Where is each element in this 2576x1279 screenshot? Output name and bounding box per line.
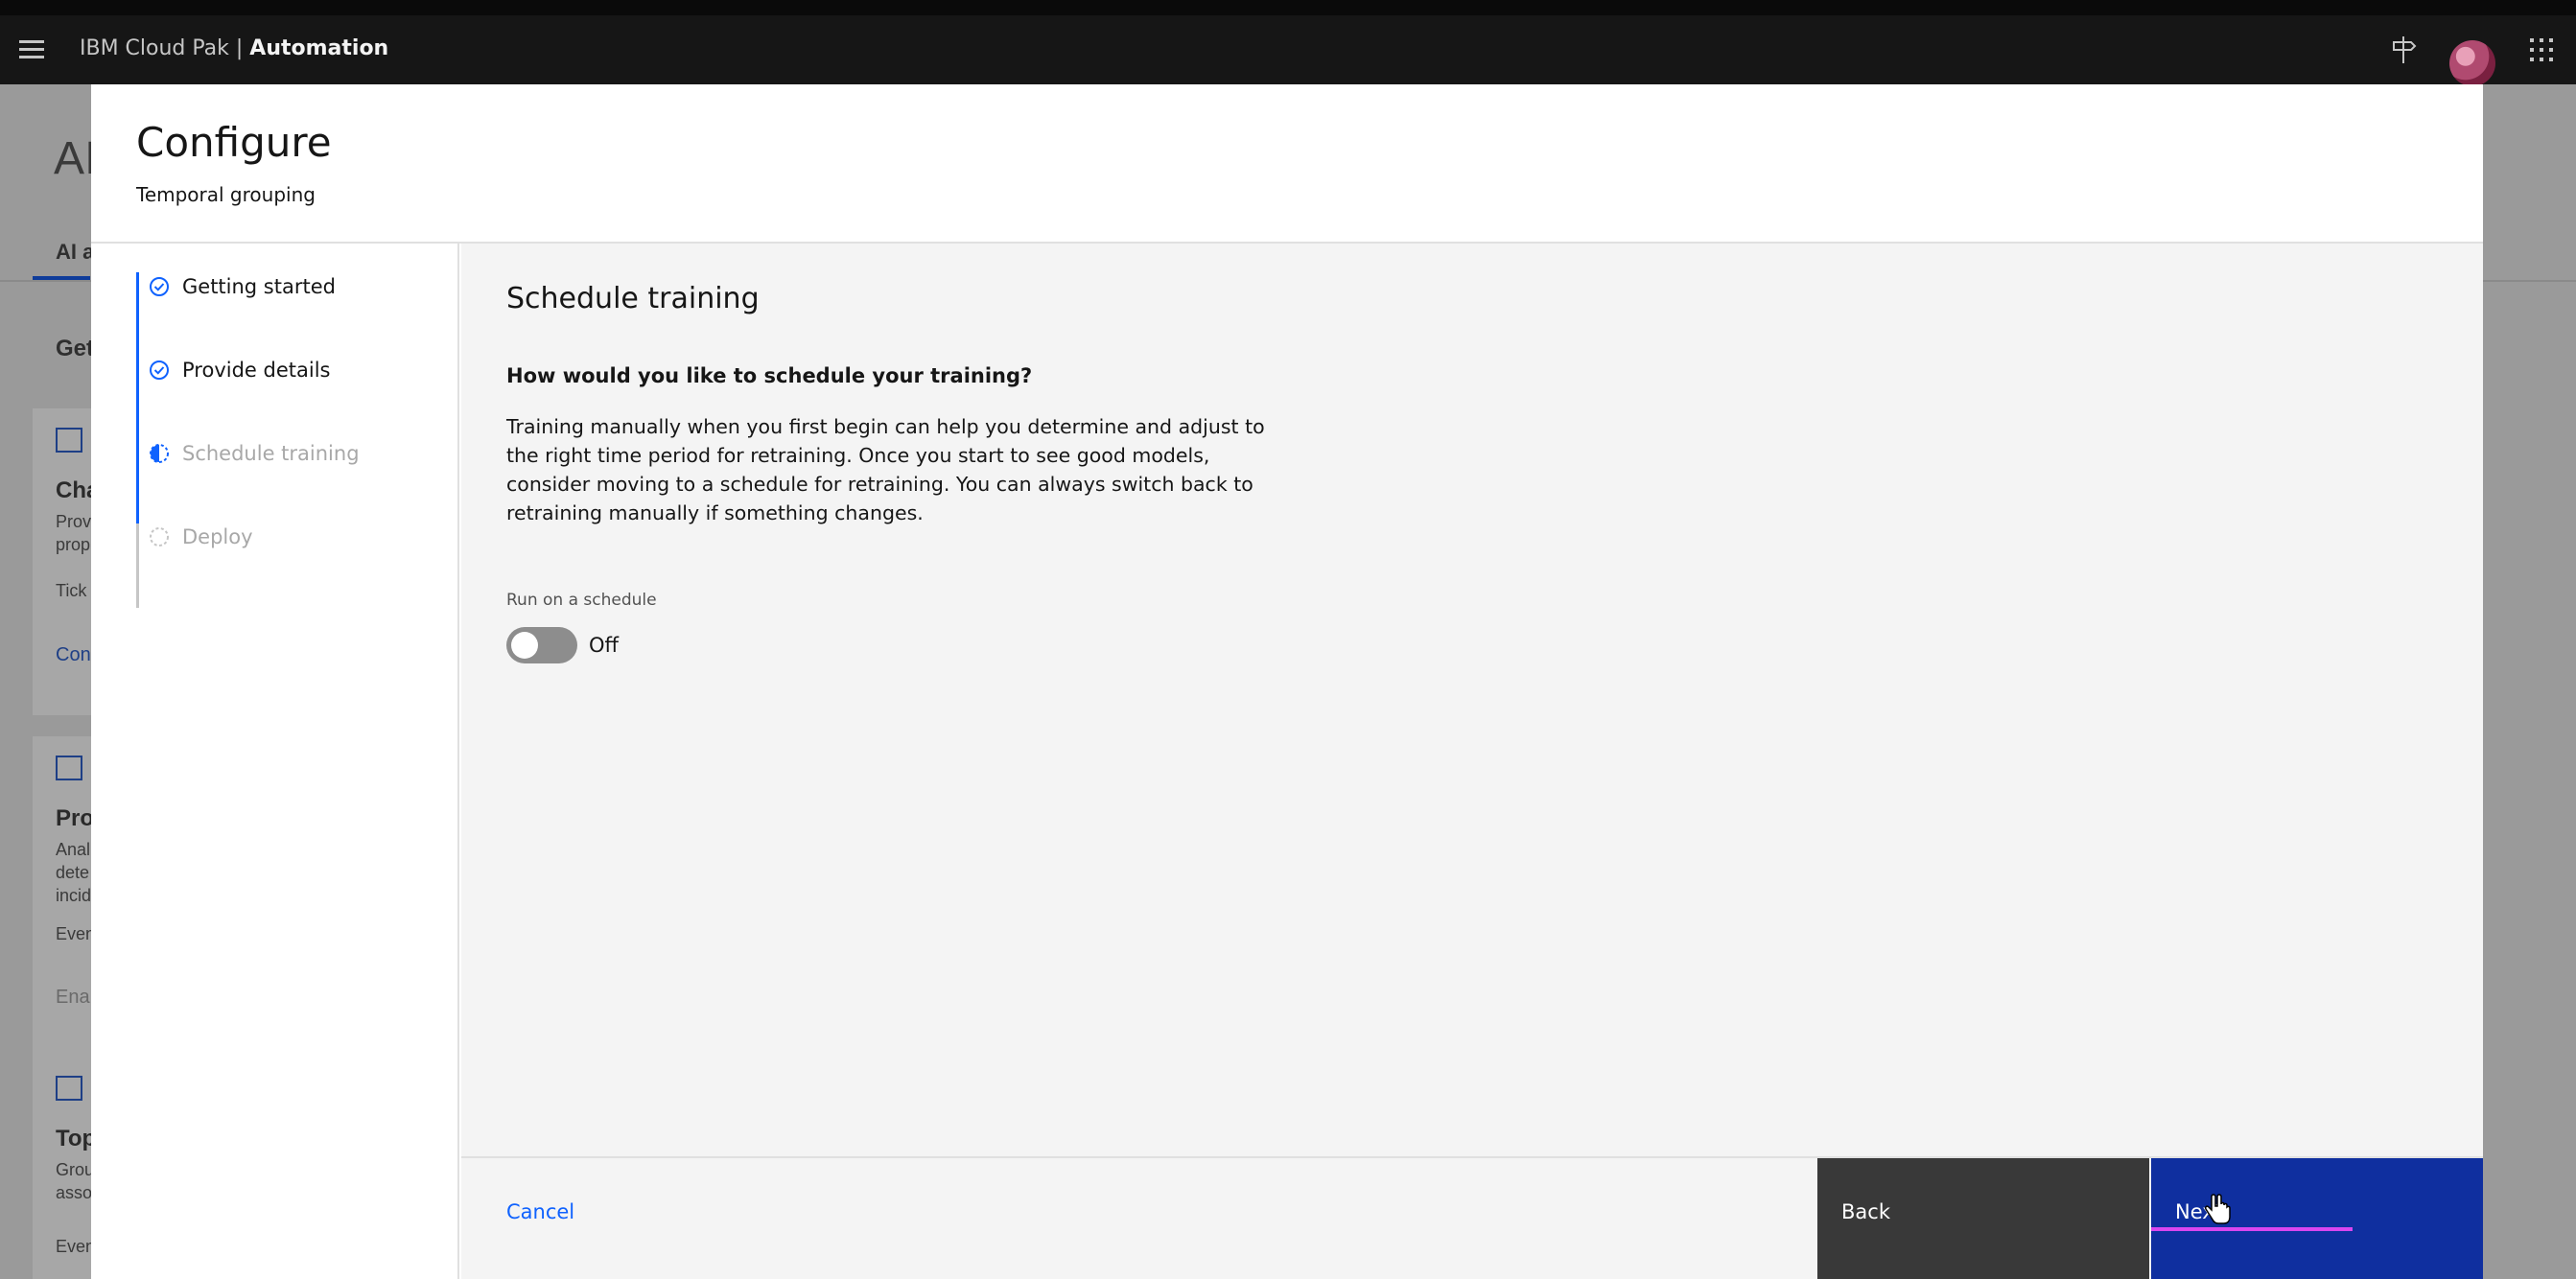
brand-separator: | xyxy=(228,36,250,60)
probable-cause-icon xyxy=(56,756,82,780)
background-card-meta: Even xyxy=(56,924,96,943)
back-button[interactable]: Back xyxy=(1817,1158,2149,1279)
back-button-label: Back xyxy=(1841,1200,1890,1223)
progress-indicator: Getting started Provide details Schedule… xyxy=(91,244,459,1279)
toggle-state-text: Off xyxy=(589,634,619,657)
modal-header: Configure Temporal grouping xyxy=(91,84,2483,244)
toggle-knob xyxy=(511,632,538,659)
hand-pointer-cursor-icon xyxy=(2204,1193,2233,1227)
cancel-button[interactable]: Cancel xyxy=(506,1200,574,1223)
background-card-desc: prop xyxy=(56,535,91,554)
incomplete-circle-icon xyxy=(149,526,170,547)
checkmark-outline-icon xyxy=(149,276,170,297)
step-label: Deploy xyxy=(182,525,253,548)
hamburger-menu-icon[interactable] xyxy=(13,35,52,65)
toggle-label: Run on a schedule xyxy=(506,591,657,610)
background-card: Pro Anal dete incid Even Ena xyxy=(33,736,100,1091)
background-card-link: Con xyxy=(56,644,91,665)
background-card-meta: Tick xyxy=(56,581,87,600)
background-card: Cha Prov prop Tick Con xyxy=(33,408,100,715)
user-avatar[interactable] xyxy=(2449,40,2495,86)
background-card-desc: Prov xyxy=(56,512,92,531)
step-label: Provide details xyxy=(182,359,331,382)
next-button[interactable]: Next xyxy=(2151,1158,2483,1279)
background-card-desc: Anal xyxy=(56,840,91,859)
brand-prefix: IBM Cloud Pak xyxy=(80,36,229,60)
step-label: Getting started xyxy=(182,275,336,298)
background-card-desc: incid xyxy=(56,886,92,905)
product-brand: IBM Cloud Pak | Automation xyxy=(80,36,388,60)
background-card-desc: asso xyxy=(56,1183,93,1202)
background-card-title: Top xyxy=(56,1126,97,1151)
signpost-icon[interactable] xyxy=(2382,29,2424,71)
modal-subtitle: Temporal grouping xyxy=(136,183,316,206)
background-tab: AI a xyxy=(56,240,95,264)
schedule-question: How would you like to schedule your trai… xyxy=(506,364,1033,387)
modal-title: Configure xyxy=(136,119,332,166)
change-risk-icon xyxy=(56,428,82,453)
run-on-schedule-toggle[interactable] xyxy=(506,627,577,663)
background-card-meta: Even xyxy=(56,1237,96,1256)
modal-footer: Cancel Back Next xyxy=(461,1156,2483,1279)
schedule-description: Training manually when you first begin c… xyxy=(506,415,1265,524)
brand-product: Automation xyxy=(249,36,389,60)
background-section-title: Get xyxy=(56,336,95,361)
progress-track-complete xyxy=(136,272,139,523)
checkmark-outline-icon xyxy=(149,360,170,381)
focus-indicator xyxy=(2151,1227,2353,1231)
step-heading: Schedule training xyxy=(506,282,760,315)
background-card-field: Ena xyxy=(56,987,90,1008)
half-circle-progress-icon xyxy=(149,443,170,464)
configure-modal: Configure Temporal grouping Getting star… xyxy=(91,84,2483,1279)
top-header: IBM Cloud Pak | Automation xyxy=(0,15,2576,86)
background-card-title: Pro xyxy=(56,805,95,831)
topology-icon xyxy=(56,1076,82,1101)
step-label: Schedule training xyxy=(182,442,360,465)
background-card-desc: dete xyxy=(56,863,90,882)
background-card: Top Grou asso Even xyxy=(33,1057,100,1279)
background-card-desc: Grou xyxy=(56,1160,95,1179)
step-content: Schedule training How would you like to … xyxy=(461,244,2483,1156)
app-switcher-icon[interactable] xyxy=(2520,29,2563,71)
